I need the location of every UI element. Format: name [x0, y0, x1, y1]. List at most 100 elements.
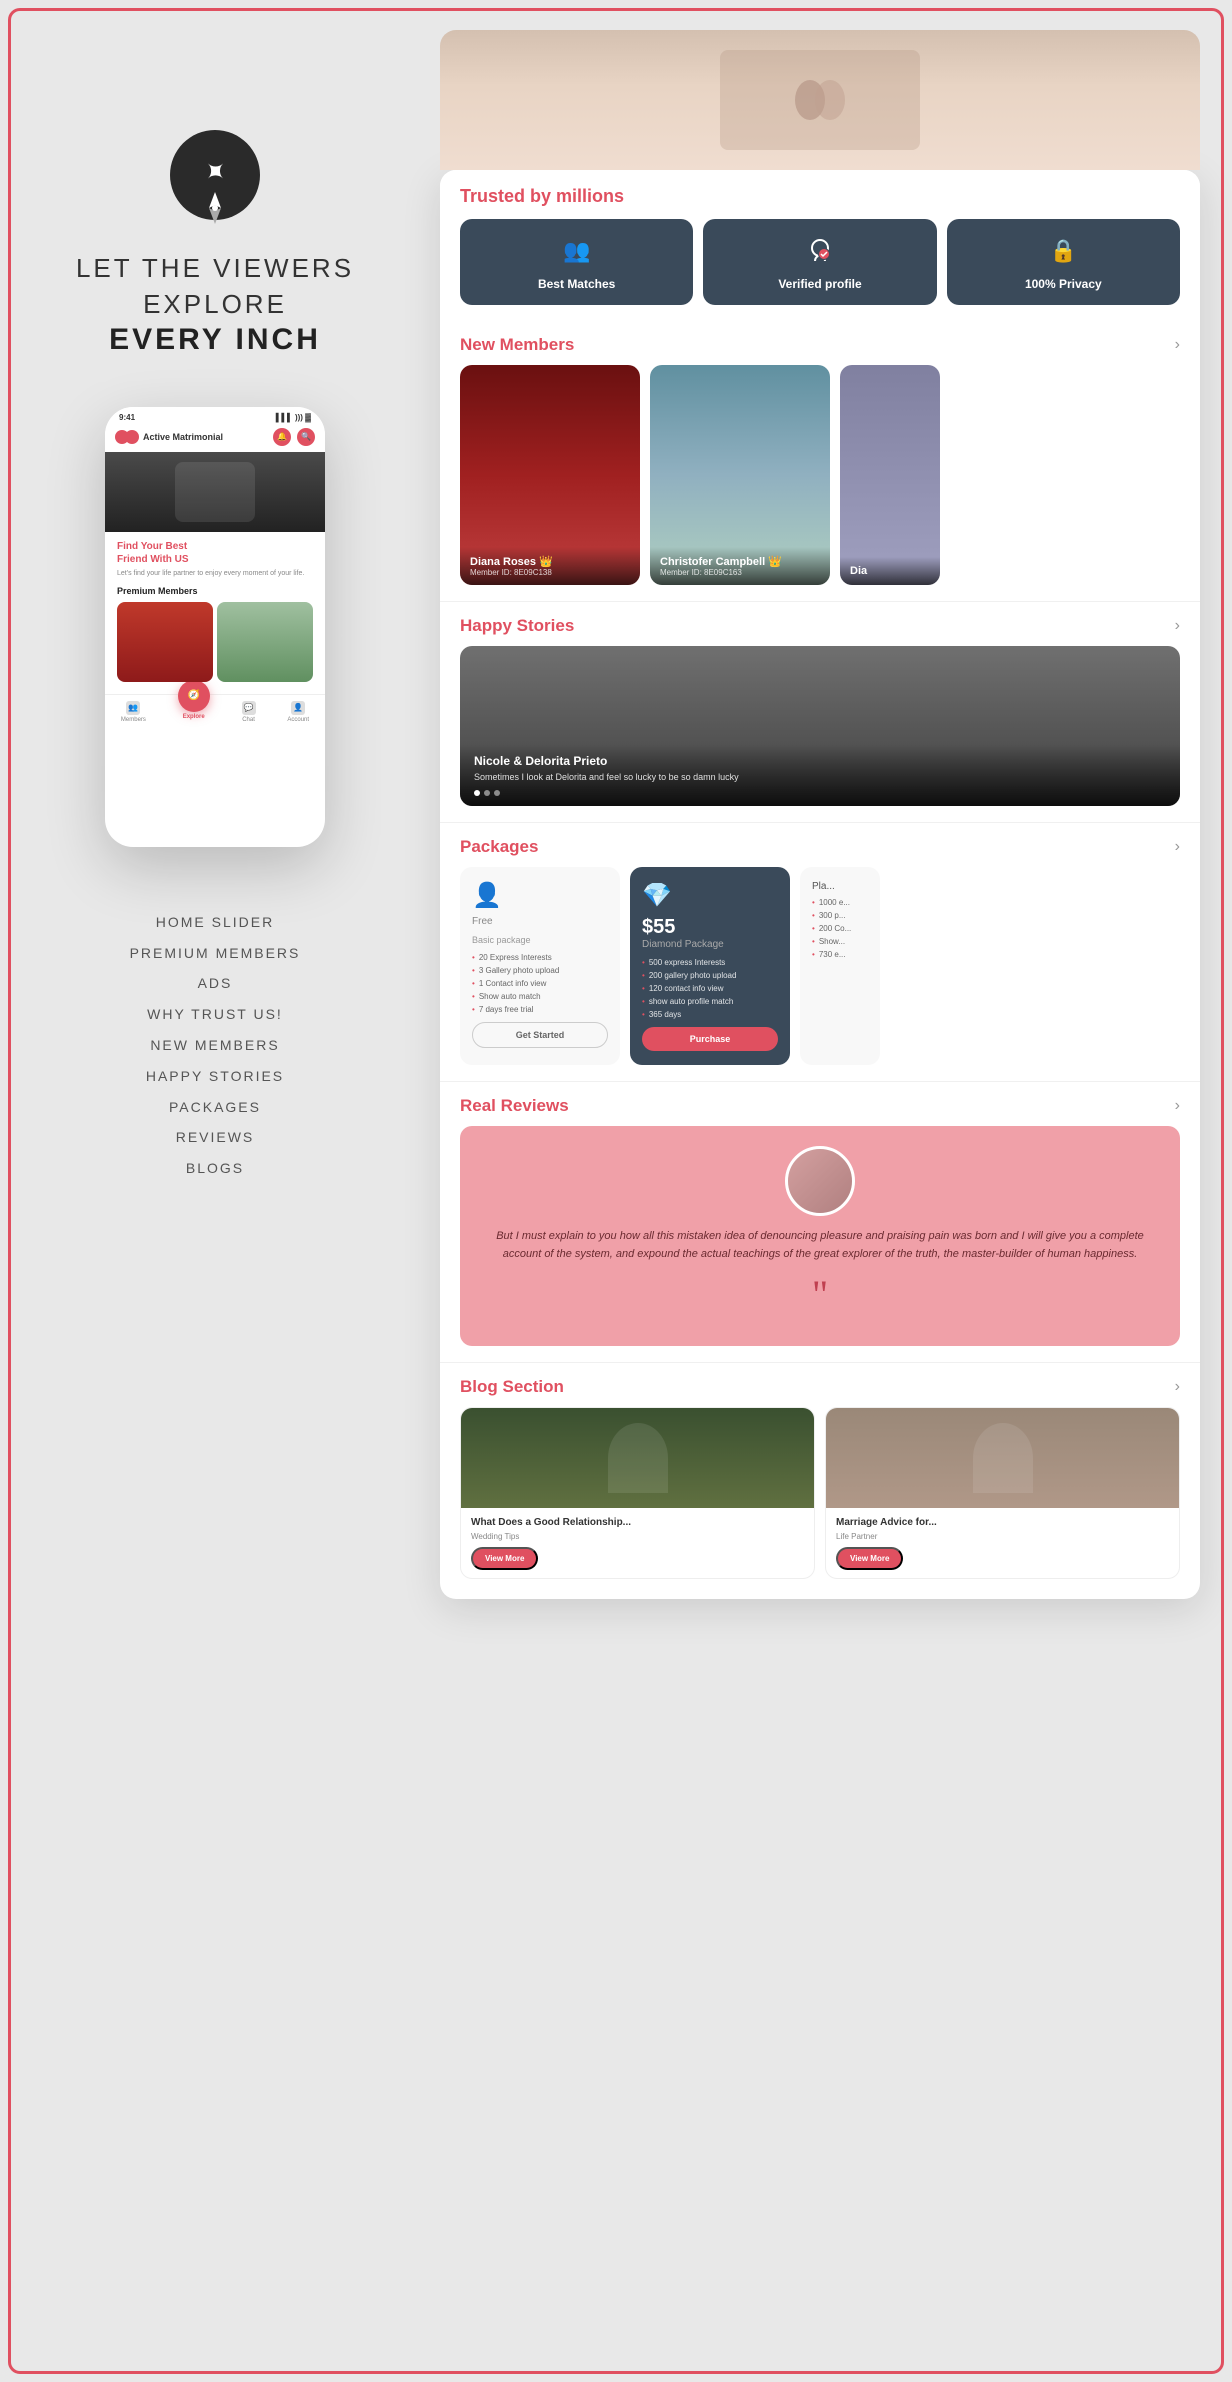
trusted-section: Trusted by millions 👥 Best Matches	[440, 170, 1200, 321]
members-grid: Diana Roses 👑 Member ID: 8E09C138 Christ…	[440, 365, 1200, 601]
plus-feature-5: 730 e...	[812, 950, 868, 959]
story-quote: Sometimes I look at Delorita and feel so…	[474, 771, 1166, 784]
reviews-header: Real Reviews ›	[440, 1082, 1200, 1126]
phone-find-text: Find Your Best Friend With US	[117, 540, 313, 566]
reviews-title: Real Reviews	[460, 1096, 569, 1116]
nav-account[interactable]: 👤 Account	[287, 701, 309, 723]
diamond-feature-1: 500 express Interests	[642, 958, 778, 967]
blog-content-1: What Does a Good Relationship... Wedding…	[461, 1508, 814, 1578]
member-card-diana[interactable]: Diana Roses 👑 Member ID: 8E09C138	[460, 365, 640, 585]
free-package-name: Free	[472, 916, 608, 927]
trusted-card-privacy-label: 100% Privacy	[1025, 277, 1102, 291]
member-info-diana: Diana Roses 👑 Member ID: 8E09C138	[460, 547, 640, 585]
trusted-card-privacy: 🔒 100% Privacy	[947, 219, 1180, 305]
free-feature-3: 1 Contact info view	[472, 979, 608, 988]
new-members-arrow[interactable]: ›	[1175, 336, 1180, 354]
best-matches-icon: 👥	[559, 233, 595, 269]
member-name-diana: Diana Roses 👑	[470, 555, 630, 568]
review-text: But I must explain to you how all this m…	[480, 1228, 1160, 1263]
blog-btn-2[interactable]: View More	[836, 1547, 903, 1570]
package-diamond: 💎 $55 Diamond Package 500 express Intere…	[630, 867, 790, 1065]
notification-icon[interactable]: 🔔	[273, 428, 291, 446]
right-panel: Trusted by millions 👥 Best Matches	[420, 0, 1230, 1649]
free-package-icon: 👤	[472, 881, 608, 910]
member-name-christofer: Christofer Campbell 👑	[660, 555, 820, 568]
trusted-card-matches: 👥 Best Matches	[460, 219, 693, 305]
feature-why-trust: WHY TRUST US!	[130, 999, 301, 1030]
nav-members[interactable]: 👥 Members	[121, 701, 146, 723]
new-members-section: New Members › Diana Roses 👑 Member ID: 8…	[440, 321, 1200, 601]
plus-feature-1: 1000 e...	[812, 898, 868, 907]
reviews-section: Real Reviews › But I must explain to you…	[440, 1081, 1200, 1346]
plus-feature-4: Show...	[812, 937, 868, 946]
happy-stories-header: Happy Stories ›	[440, 602, 1200, 646]
free-feature-1: 20 Express Interests	[472, 953, 608, 962]
package-free: 👤 Free Basic package 20 Express Interest…	[460, 867, 620, 1065]
member-card-dia[interactable]: Dia	[840, 365, 940, 585]
free-package-btn[interactable]: Get Started	[472, 1022, 608, 1048]
feature-reviews: REVIEWS	[130, 1122, 301, 1153]
member-card-christofer[interactable]: Christofer Campbell 👑 Member ID: 8E09C16…	[650, 365, 830, 585]
feature-list: HOME SLIDER PREMIUM MEMBERS ADS WHY TRUS…	[130, 907, 301, 1184]
free-feature-5: 7 days free trial	[472, 1005, 608, 1014]
diamond-package-btn[interactable]: Purchase	[642, 1027, 778, 1051]
diamond-icon: 💎	[642, 881, 778, 910]
phone-logo: Active Matrimonial	[115, 430, 223, 444]
hero-image	[440, 30, 1200, 170]
diamond-price: $55	[642, 916, 778, 939]
happy-stories-arrow[interactable]: ›	[1175, 617, 1180, 635]
happy-stories-section: Happy Stories › Nicole & Delorita Prieto…	[440, 601, 1200, 806]
blog-title-2: Marriage Advice for...	[836, 1516, 1169, 1529]
blog-card-1: What Does a Good Relationship... Wedding…	[460, 1407, 815, 1579]
verified-icon	[802, 233, 838, 269]
feature-home-slider: HOME SLIDER	[130, 907, 301, 938]
reviews-arrow[interactable]: ›	[1175, 1097, 1180, 1115]
feature-happy-stories: HAPPY STORIES	[130, 1061, 301, 1092]
story-dot-2	[484, 790, 490, 796]
tagline-upper: LET THE VIEWERS EXPLORE	[76, 250, 354, 323]
phone-premium-label: Premium Members	[117, 586, 313, 596]
blog-arrow[interactable]: ›	[1175, 1378, 1180, 1396]
plus-package-name: Pla...	[812, 881, 868, 892]
blog-category-1: Wedding Tips	[471, 1532, 804, 1541]
review-quote-icon: "	[812, 1275, 828, 1315]
phone-mockup: 9:41 ▌▌▌ ))) ▓ Active Matrimonial 🔔 🔍	[105, 407, 325, 847]
story-dots	[474, 790, 1166, 796]
blog-card-2: Marriage Advice for... Life Partner View…	[825, 1407, 1180, 1579]
new-members-title: New Members	[460, 335, 574, 355]
nav-chat[interactable]: 💬 Chat	[242, 701, 256, 723]
phone-hero-image	[105, 452, 325, 532]
member-id-diana: Member ID: 8E09C138	[470, 568, 630, 577]
reviewer-avatar	[785, 1146, 855, 1216]
package-plus: Pla... 1000 e... 300 p... 200 Co... Show…	[800, 867, 880, 1065]
trusted-card-matches-label: Best Matches	[538, 277, 615, 291]
packages-header: Packages ›	[440, 823, 1200, 867]
diamond-feature-4: show auto profile match	[642, 997, 778, 1006]
member-info-dia: Dia	[840, 557, 940, 585]
phone-member-2	[217, 602, 313, 682]
member-name-dia: Dia	[850, 565, 930, 577]
feature-ads: ADS	[130, 968, 301, 999]
trusted-title: Trusted by millions	[460, 186, 1180, 207]
tagline-bold: EVERY INCH	[109, 323, 321, 357]
story-dot-1	[474, 790, 480, 796]
compass-icon	[170, 130, 260, 220]
feature-premium-members: PREMIUM MEMBERS	[130, 938, 301, 969]
packages-section: Packages › 👤 Free Basic package 20 Expre…	[440, 822, 1200, 1081]
packages-title: Packages	[460, 837, 538, 857]
blog-img-1	[461, 1408, 814, 1508]
search-icon-phone[interactable]: 🔍	[297, 428, 315, 446]
diamond-feature-3: 120 contact info view	[642, 984, 778, 993]
feature-new-members: NEW MEMBERS	[130, 1030, 301, 1061]
free-package-subtitle: Basic package	[472, 935, 608, 945]
packages-arrow[interactable]: ›	[1175, 838, 1180, 856]
happy-stories-title: Happy Stories	[460, 616, 574, 636]
blog-category-2: Life Partner	[836, 1532, 1169, 1541]
nav-explore[interactable]: 🧭	[178, 680, 210, 712]
blog-btn-1[interactable]: View More	[471, 1547, 538, 1570]
phone-header-icons: 🔔 🔍	[273, 428, 315, 446]
review-card: But I must explain to you how all this m…	[460, 1126, 1180, 1346]
diamond-feature-2: 200 gallery photo upload	[642, 971, 778, 980]
free-feature-4: Show auto match	[472, 992, 608, 1001]
diamond-package-name: Diamond Package	[642, 939, 778, 950]
